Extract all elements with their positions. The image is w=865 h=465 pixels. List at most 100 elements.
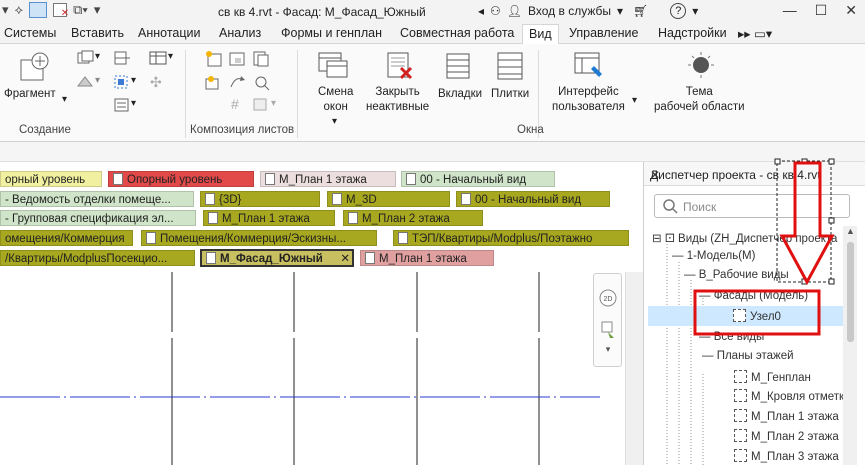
tab-massing-site[interactable]: Формы и генплан — [281, 26, 382, 40]
tab-analyze[interactable]: Анализ — [219, 26, 261, 40]
help-caret-icon[interactable]: ▾ — [692, 4, 698, 18]
title-block-icon[interactable] — [227, 49, 247, 69]
tree-node[interactable]: — Фасады (Модель) — [699, 290, 808, 302]
cart-icon[interactable]: 🛒︎ — [633, 4, 648, 18]
table-icon[interactable] — [148, 50, 170, 66]
zoom-icon[interactable] — [601, 321, 613, 333]
tab-view[interactable]: Вид — [522, 24, 559, 45]
tab-manage[interactable]: Управление — [569, 26, 639, 40]
switch-windows-icon[interactable] — [316, 50, 350, 82]
tree-leaf[interactable]: М_План 1 этажа — [734, 409, 839, 423]
tree-node[interactable]: — 1-Модель(М) — [672, 250, 755, 262]
schedules-icon[interactable] — [112, 50, 132, 66]
tab-collaborate[interactable]: Совместная работа — [400, 26, 514, 40]
scope-box-icon[interactable] — [112, 73, 132, 91]
view-tab[interactable]: омещения/Коммерция — [0, 230, 133, 246]
close-tab-icon[interactable]: ✕ — [340, 251, 350, 265]
view-tab-active[interactable]: М_Фасад_Южный ✕ — [200, 249, 354, 267]
section-box-icon[interactable]: ✣ — [150, 74, 162, 91]
close-inactive-icon[interactable] — [383, 50, 417, 82]
browser-scrollbar[interactable]: ▲ — [843, 226, 857, 465]
sheet-list-icon[interactable] — [112, 96, 132, 114]
view-tab[interactable]: орный уровень — [0, 171, 102, 187]
view-tab[interactable]: М_3D — [327, 191, 450, 207]
viewports-caret-icon[interactable]: ▾ — [271, 98, 276, 109]
tree-node-selected[interactable]: Узел0 — [648, 306, 848, 326]
tab-systems[interactable]: Системы — [4, 26, 56, 40]
switch-windows-icon[interactable]: ⧉▾ — [73, 2, 88, 18]
close-views-icon[interactable]: ✕ — [53, 3, 69, 19]
switch-windows-caret-icon[interactable]: ▾ — [332, 116, 337, 127]
view-tab[interactable]: {3D} — [200, 191, 320, 207]
user-interface-caret-icon[interactable]: ▾ — [632, 95, 637, 106]
view-tab[interactable]: - Групповая спецификация эл... — [0, 210, 196, 226]
duplicate-caret-icon[interactable]: ▾ — [95, 51, 100, 62]
customize-icon[interactable]: ▾ — [94, 2, 101, 18]
tree-leaf[interactable]: М_Генплан — [734, 370, 811, 384]
tab-views-icon[interactable] — [29, 2, 48, 18]
dropdown-caret-icon[interactable]: ▾ — [2, 2, 9, 18]
fragment-icon[interactable] — [18, 50, 52, 84]
maximize-button[interactable]: ☐ — [815, 2, 828, 19]
tile-views-icon[interactable] — [494, 50, 528, 82]
matchline-icon[interactable] — [251, 73, 273, 93]
view-tab[interactable]: ТЭП/Квартиры/Modplus/Поэтажно — [393, 230, 629, 246]
scope-caret-icon[interactable]: ▾ — [131, 75, 136, 86]
new-sheet-icon[interactable] — [203, 49, 225, 69]
tree-leaf[interactable]: М_Кровля отметка — [734, 389, 851, 403]
drawing-canvas[interactable] — [0, 272, 625, 465]
guide-grid-icon[interactable] — [227, 73, 249, 93]
tab-views-button[interactable]: Вкладки — [438, 87, 482, 102]
scroll-up-icon[interactable]: ▲ — [846, 226, 855, 236]
help-icon[interactable]: ? — [670, 3, 687, 19]
user-interface-button[interactable]: Интерфейс пользователя — [552, 85, 625, 115]
user-icon[interactable]: 👤︎ — [507, 4, 522, 18]
zoom-caret-icon[interactable]: ▾ — [606, 344, 611, 354]
legend-icon[interactable] — [76, 74, 94, 90]
view-tab[interactable]: М_План 1 этажа — [203, 210, 335, 226]
tab-annotate[interactable]: Аннотации — [138, 26, 200, 40]
revisions-icon[interactable] — [203, 73, 225, 93]
signin-button[interactable]: Вход в службы — [528, 4, 611, 18]
fragment-button[interactable]: Фрагмент — [4, 87, 56, 102]
view-tab[interactable]: /Квартиры/ModplusПосекцио... — [0, 250, 195, 266]
viewports-icon[interactable] — [251, 96, 273, 114]
view-tab[interactable]: 00 - Начальный вид — [401, 171, 555, 187]
view-tab[interactable]: Опорный уровень — [108, 171, 254, 187]
view-tab[interactable]: Помещения/Коммерция/Эскизны... — [141, 230, 377, 246]
switch-windows-button[interactable]: Смена окон — [318, 85, 353, 115]
fragment-caret-icon[interactable]: ▾ — [62, 94, 67, 105]
tile-views-button[interactable]: Плитки — [491, 87, 529, 102]
close-inactive-button[interactable]: Закрыть неактивные — [366, 85, 429, 115]
tree-node[interactable]: — В_Рабочие виды — [684, 269, 789, 281]
minimize-button[interactable]: — — [783, 2, 797, 19]
view-tab[interactable]: М_План 1 этажа — [260, 171, 396, 187]
tab-insert[interactable]: Вставить — [71, 26, 124, 40]
tree-node[interactable]: ⊟ ⚀ Виды (ZH_Диспетчер проекта — [652, 231, 837, 245]
view-tab[interactable]: М_План 1 этажа — [360, 250, 494, 266]
tab-addins[interactable]: Надстройки — [658, 26, 727, 40]
canvas-scrollbar[interactable] — [625, 272, 643, 465]
search-arrow-icon[interactable]: ◂ — [478, 4, 484, 18]
sheet-list-caret-icon[interactable]: ▾ — [131, 98, 136, 109]
tree-leaf[interactable]: М_План 3 этажа — [734, 449, 839, 463]
tab-views-icon[interactable] — [443, 50, 477, 82]
table-caret-icon[interactable]: ▾ — [168, 51, 173, 62]
view-tab[interactable]: - Ведомость отделки помеще... — [0, 191, 194, 207]
theme-button[interactable]: Тема рабочей области — [654, 85, 745, 115]
scrollbar-thumb[interactable] — [847, 242, 854, 342]
user-interface-icon[interactable] — [572, 50, 608, 82]
pin-icon[interactable]: ⟡ — [15, 2, 24, 18]
more-tabs-icon[interactable]: ▸▸ ▭▾ — [738, 26, 772, 41]
signin-caret-icon[interactable]: ▾ — [617, 4, 623, 18]
view-tab[interactable]: 00 - Начальный вид — [456, 191, 610, 207]
tree-leaf[interactable]: М_План 2 этажа — [734, 429, 839, 443]
legend-caret-icon[interactable]: ▾ — [95, 75, 100, 86]
view-ref-icon[interactable]: # — [231, 96, 239, 112]
view-tab[interactable]: М_План 2 этажа — [343, 210, 483, 226]
place-view-icon[interactable] — [251, 49, 271, 69]
tree-node[interactable]: — Все виды — [699, 331, 764, 343]
users-icon[interactable]: ⚇ — [490, 4, 501, 18]
theme-icon[interactable] — [684, 50, 720, 82]
close-button[interactable]: ✕ — [845, 2, 857, 19]
